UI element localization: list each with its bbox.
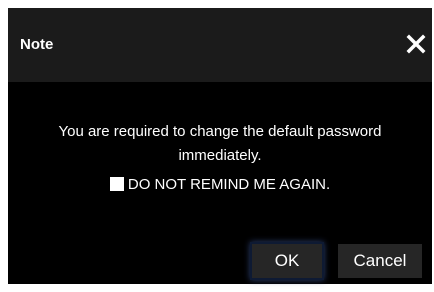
close-button[interactable] [404, 32, 428, 56]
note-dialog: Note You are required to change the defa… [8, 8, 432, 284]
remind-checkbox[interactable] [109, 177, 124, 191]
close-icon [406, 34, 426, 54]
dialog-message: You are required to change the default p… [58, 123, 382, 164]
dialog-title: Note [20, 36, 54, 53]
dialog-body: You are required to change the default p… [8, 82, 432, 230]
cancel-button[interactable]: Cancel [338, 244, 422, 278]
dialog-titlebar: Note [8, 8, 432, 82]
ok-button[interactable]: OK [252, 244, 322, 278]
remind-checkbox-label: DO NOT REMIND ME AGAIN. [127, 176, 331, 193]
dialog-footer: OK Cancel [8, 230, 432, 284]
remind-option: DO NOT REMIND ME AGAIN. [8, 176, 432, 193]
